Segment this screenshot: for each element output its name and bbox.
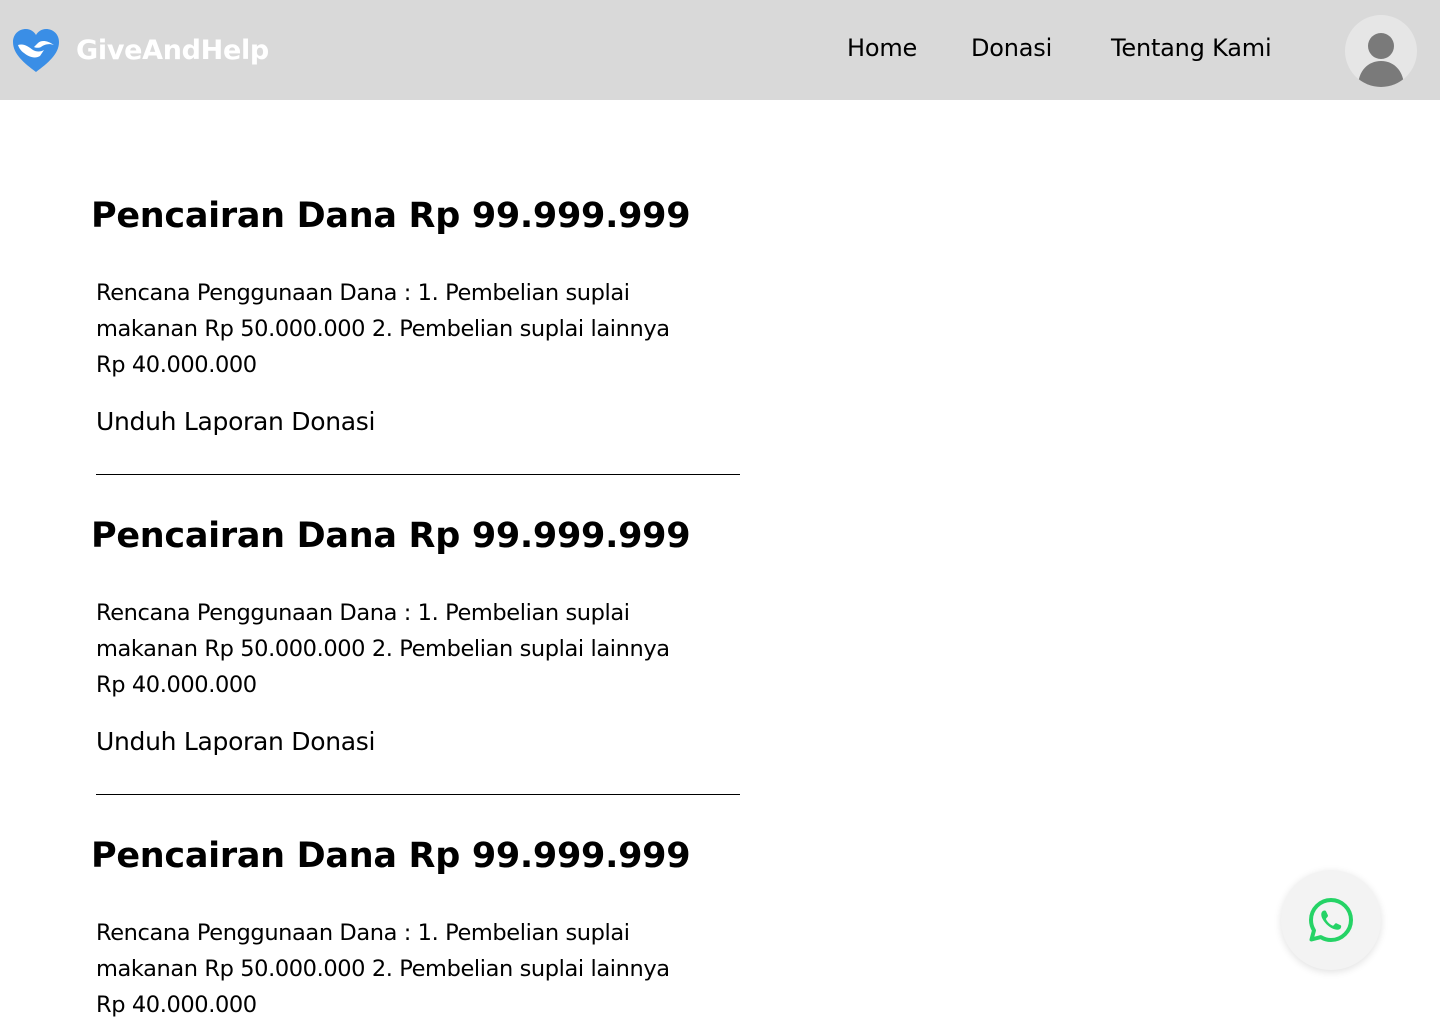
top-navbar: GiveAndHelp Home Donasi Tentang Kami (0, 0, 1440, 100)
description-line: Rp 40.000.000 (96, 352, 257, 378)
whatsapp-chat-button[interactable] (1281, 870, 1381, 970)
description-line: makanan Rp 50.000.000 2. Pembelian supla… (96, 636, 670, 662)
entry-divider (96, 474, 740, 475)
description-line: makanan Rp 50.000.000 2. Pembelian supla… (96, 956, 670, 982)
disbursement-description: Rencana Penggunaan Dana : 1. Pembelian s… (96, 915, 736, 1023)
nav-donasi-link[interactable]: Donasi (971, 34, 1052, 62)
entry-divider (96, 794, 740, 795)
disbursement-description: Rencana Penggunaan Dana : 1. Pembelian s… (96, 275, 736, 383)
brand-name: GiveAndHelp (76, 34, 269, 66)
description-line: Rencana Penggunaan Dana : 1. Pembelian s… (96, 920, 630, 946)
disbursement-title: Pencairan Dana Rp 99.999.999 (91, 516, 691, 556)
nav-home-link[interactable]: Home (847, 34, 917, 62)
disbursement-title: Pencairan Dana Rp 99.999.999 (91, 836, 691, 876)
user-avatar-button[interactable] (1345, 15, 1417, 87)
brand[interactable]: GiveAndHelp (10, 26, 269, 74)
whatsapp-icon (1309, 898, 1353, 942)
download-report-link[interactable]: Unduh Laporan Donasi (96, 727, 375, 756)
description-line: Rencana Penggunaan Dana : 1. Pembelian s… (96, 600, 630, 626)
description-line: Rp 40.000.000 (96, 672, 257, 698)
nav-tentang-kami-link[interactable]: Tentang Kami (1111, 34, 1272, 62)
description-line: Rp 40.000.000 (96, 992, 257, 1018)
heart-hands-icon (13, 29, 59, 72)
description-line: makanan Rp 50.000.000 2. Pembelian supla… (96, 316, 670, 342)
disbursement-description: Rencana Penggunaan Dana : 1. Pembelian s… (96, 595, 736, 703)
download-report-link[interactable]: Unduh Laporan Donasi (96, 407, 375, 436)
description-line: Rencana Penggunaan Dana : 1. Pembelian s… (96, 280, 630, 306)
user-avatar-icon (1358, 33, 1404, 87)
disbursement-title: Pencairan Dana Rp 99.999.999 (91, 196, 691, 236)
